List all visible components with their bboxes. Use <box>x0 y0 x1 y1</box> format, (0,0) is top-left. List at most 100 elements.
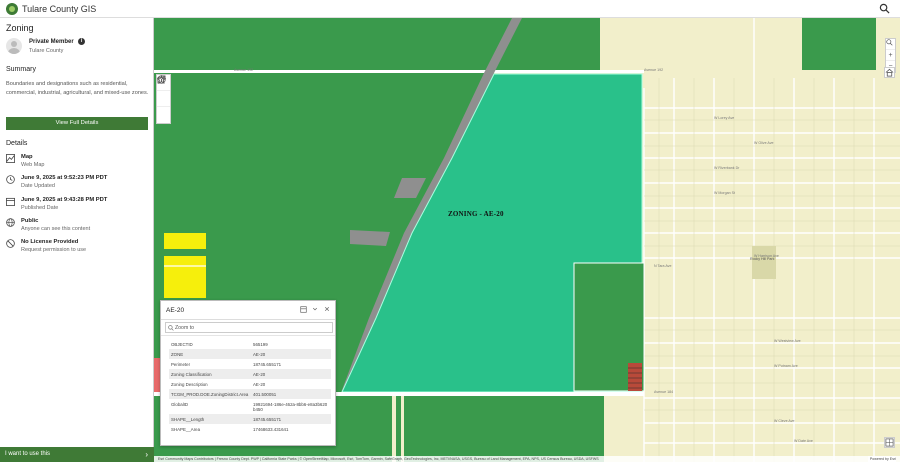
attribute-value: 401.500051 <box>253 391 277 397</box>
attribute-value: AE-20 <box>253 371 266 377</box>
globe-icon <box>6 218 15 227</box>
avatar[interactable] <box>6 38 22 54</box>
detail-title: Public <box>21 218 39 224</box>
table-row: ZONE AE-20 <box>169 349 331 359</box>
owner-name[interactable]: Private Member <box>29 39 74 45</box>
attribute-value: 18745.655171 <box>253 361 282 367</box>
street-label: W Putnam Ave <box>774 364 798 368</box>
popup-divider <box>161 319 335 320</box>
attribute-key: Perimeter <box>171 361 191 367</box>
view-full-details-button[interactable]: View Full Details <box>6 117 148 130</box>
detail-subtitle: Request permission to use <box>21 247 87 253</box>
attribute-key: TCGM_PROD.DOE.ZoningDistrict.Area <box>171 391 249 397</box>
search-icon[interactable] <box>879 3 890 14</box>
details-heading: Details <box>6 140 28 147</box>
gray-spur <box>350 230 390 246</box>
street-label: W Date Ave <box>794 439 813 443</box>
no-license-icon <box>6 239 15 248</box>
calendar-icon <box>6 197 15 206</box>
feature-popup[interactable]: AE-20 Zoom to OBJECTID 565199 ZONE AE-20 P… <box>160 300 336 446</box>
summary-heading: Summary <box>6 66 36 73</box>
attribute-key: SHAPE__Area <box>171 426 201 432</box>
detail-subtitle: Anyone can see this content <box>21 226 91 232</box>
dock-icon <box>299 306 307 313</box>
popup-divider <box>161 335 335 336</box>
attribute-value: 18745.655171 <box>253 416 282 422</box>
owner-org: Tulare County <box>29 48 64 54</box>
top-bar: Tulare County GIS <box>0 0 900 18</box>
attribute-key: ZONE <box>171 351 184 357</box>
ag-parcel-northeast[interactable] <box>802 18 876 70</box>
favorite-tool-button[interactable] <box>157 75 170 107</box>
street-label: W Riverbank Dr <box>714 166 740 170</box>
close-icon <box>324 306 330 312</box>
table-row: OBJECTID 565199 <box>169 339 331 349</box>
attribution-text: Esri Community Maps Contributors | Fresn… <box>158 457 599 461</box>
info-icon[interactable]: i <box>78 38 85 45</box>
attribute-value: AE-20 <box>253 381 266 387</box>
attribute-value: 17468633.431641 <box>253 426 289 432</box>
table-row: Zoning Description AE-20 <box>169 379 331 389</box>
basemap-gallery-button[interactable] <box>884 437 895 448</box>
zoom-to-icon <box>168 325 174 331</box>
share-tool-button[interactable] <box>157 75 170 123</box>
map-icon <box>6 154 15 163</box>
yellow-parcel[interactable] <box>164 233 206 249</box>
map-toolbar <box>156 74 171 124</box>
park-area <box>752 246 776 279</box>
street-label: W Morgan St <box>714 191 735 195</box>
street-label: Avenue 192 <box>234 68 254 72</box>
basemap-icon <box>885 438 894 447</box>
detail-title: Map <box>21 154 33 160</box>
powered-by-esri[interactable]: Powered by Esri <box>867 456 896 462</box>
table-row: TCGM_PROD.DOE.ZoningDistrict.Area 401.500… <box>169 389 331 399</box>
tulare-logo-icon <box>6 2 18 15</box>
street-label: W Westview Ave <box>774 339 801 343</box>
attribute-table: OBJECTID 565199 ZONE AE-20 Perimeter 18745.… <box>169 339 331 434</box>
app-title: Tulare County GIS <box>22 3 97 14</box>
map-search-button[interactable] <box>886 39 895 50</box>
ag-parcel-south[interactable] <box>404 396 604 462</box>
chevron-right-icon: › <box>145 450 148 459</box>
ag-parcel-north[interactable] <box>154 18 600 70</box>
attribute-key: Zoning Description <box>171 381 208 387</box>
detail-subtitle: Web Map <box>21 162 45 168</box>
street-label: Avenue 184 <box>654 390 674 394</box>
zoom-in-button[interactable]: + <box>886 50 895 61</box>
zoning-map-label: ZONING - AE-20 <box>448 210 504 218</box>
attribute-key: OBJECTID <box>171 341 193 347</box>
share-icon <box>157 75 166 84</box>
zoom-to-button[interactable]: Zoom to <box>165 322 333 333</box>
table-row: Zoning Classification AE-20 <box>169 369 331 379</box>
detail-item-updated: June 9, 2025 at 9:52:23 PM PDT Date Upda… <box>6 175 152 193</box>
dock-popup-button[interactable] <box>299 306 307 314</box>
close-popup-button[interactable] <box>323 306 331 314</box>
avenue-192-road <box>154 70 644 73</box>
street-label: N Tara Ave <box>654 264 672 268</box>
park-label: Rocky Hill Park <box>750 257 775 261</box>
street-label: W Olive Ave <box>754 141 774 145</box>
table-row: Perimeter 18745.655171 <box>169 359 331 369</box>
detail-title: June 9, 2025 at 9:52:23 PM PDT <box>21 175 108 181</box>
table-row: GlobalID 19921694-186e-462a-8bb6-e8a3b620… <box>169 399 331 414</box>
attribute-key: Zoning Classification <box>171 371 212 377</box>
home-button[interactable] <box>884 67 895 78</box>
detail-item-published: June 9, 2025 at 9:43:28 PM PDT Published… <box>6 197 152 215</box>
attribute-key: GlobalID <box>171 401 189 407</box>
yellow-parcel[interactable] <box>164 256 206 298</box>
street-label: Avenue 192 <box>644 68 664 72</box>
home-icon <box>885 68 894 77</box>
details-sidebar: Zoning Private Member i Tulare County Su… <box>0 18 154 462</box>
i-want-to-use-this-button[interactable]: I want to use this › <box>0 447 154 462</box>
attribute-key: SHAPE__Length <box>171 416 205 422</box>
detail-item-license: No License Provided Request permission t… <box>6 239 152 257</box>
detail-subtitle: Date Updated <box>21 183 55 189</box>
map-attribution: Esri Community Maps Contributors | Fresn… <box>154 456 900 462</box>
chevron-down-icon <box>312 307 318 311</box>
attribute-value: 19921694-186e-462a-8bb6-e8a3b620b450 <box>253 401 328 412</box>
search-icon <box>886 39 893 46</box>
collapse-popup-button[interactable] <box>311 306 319 314</box>
hatched-parcel[interactable] <box>628 363 642 391</box>
clock-icon <box>6 175 15 184</box>
summary-text: Boundaries and designations such as resi… <box>6 81 149 96</box>
